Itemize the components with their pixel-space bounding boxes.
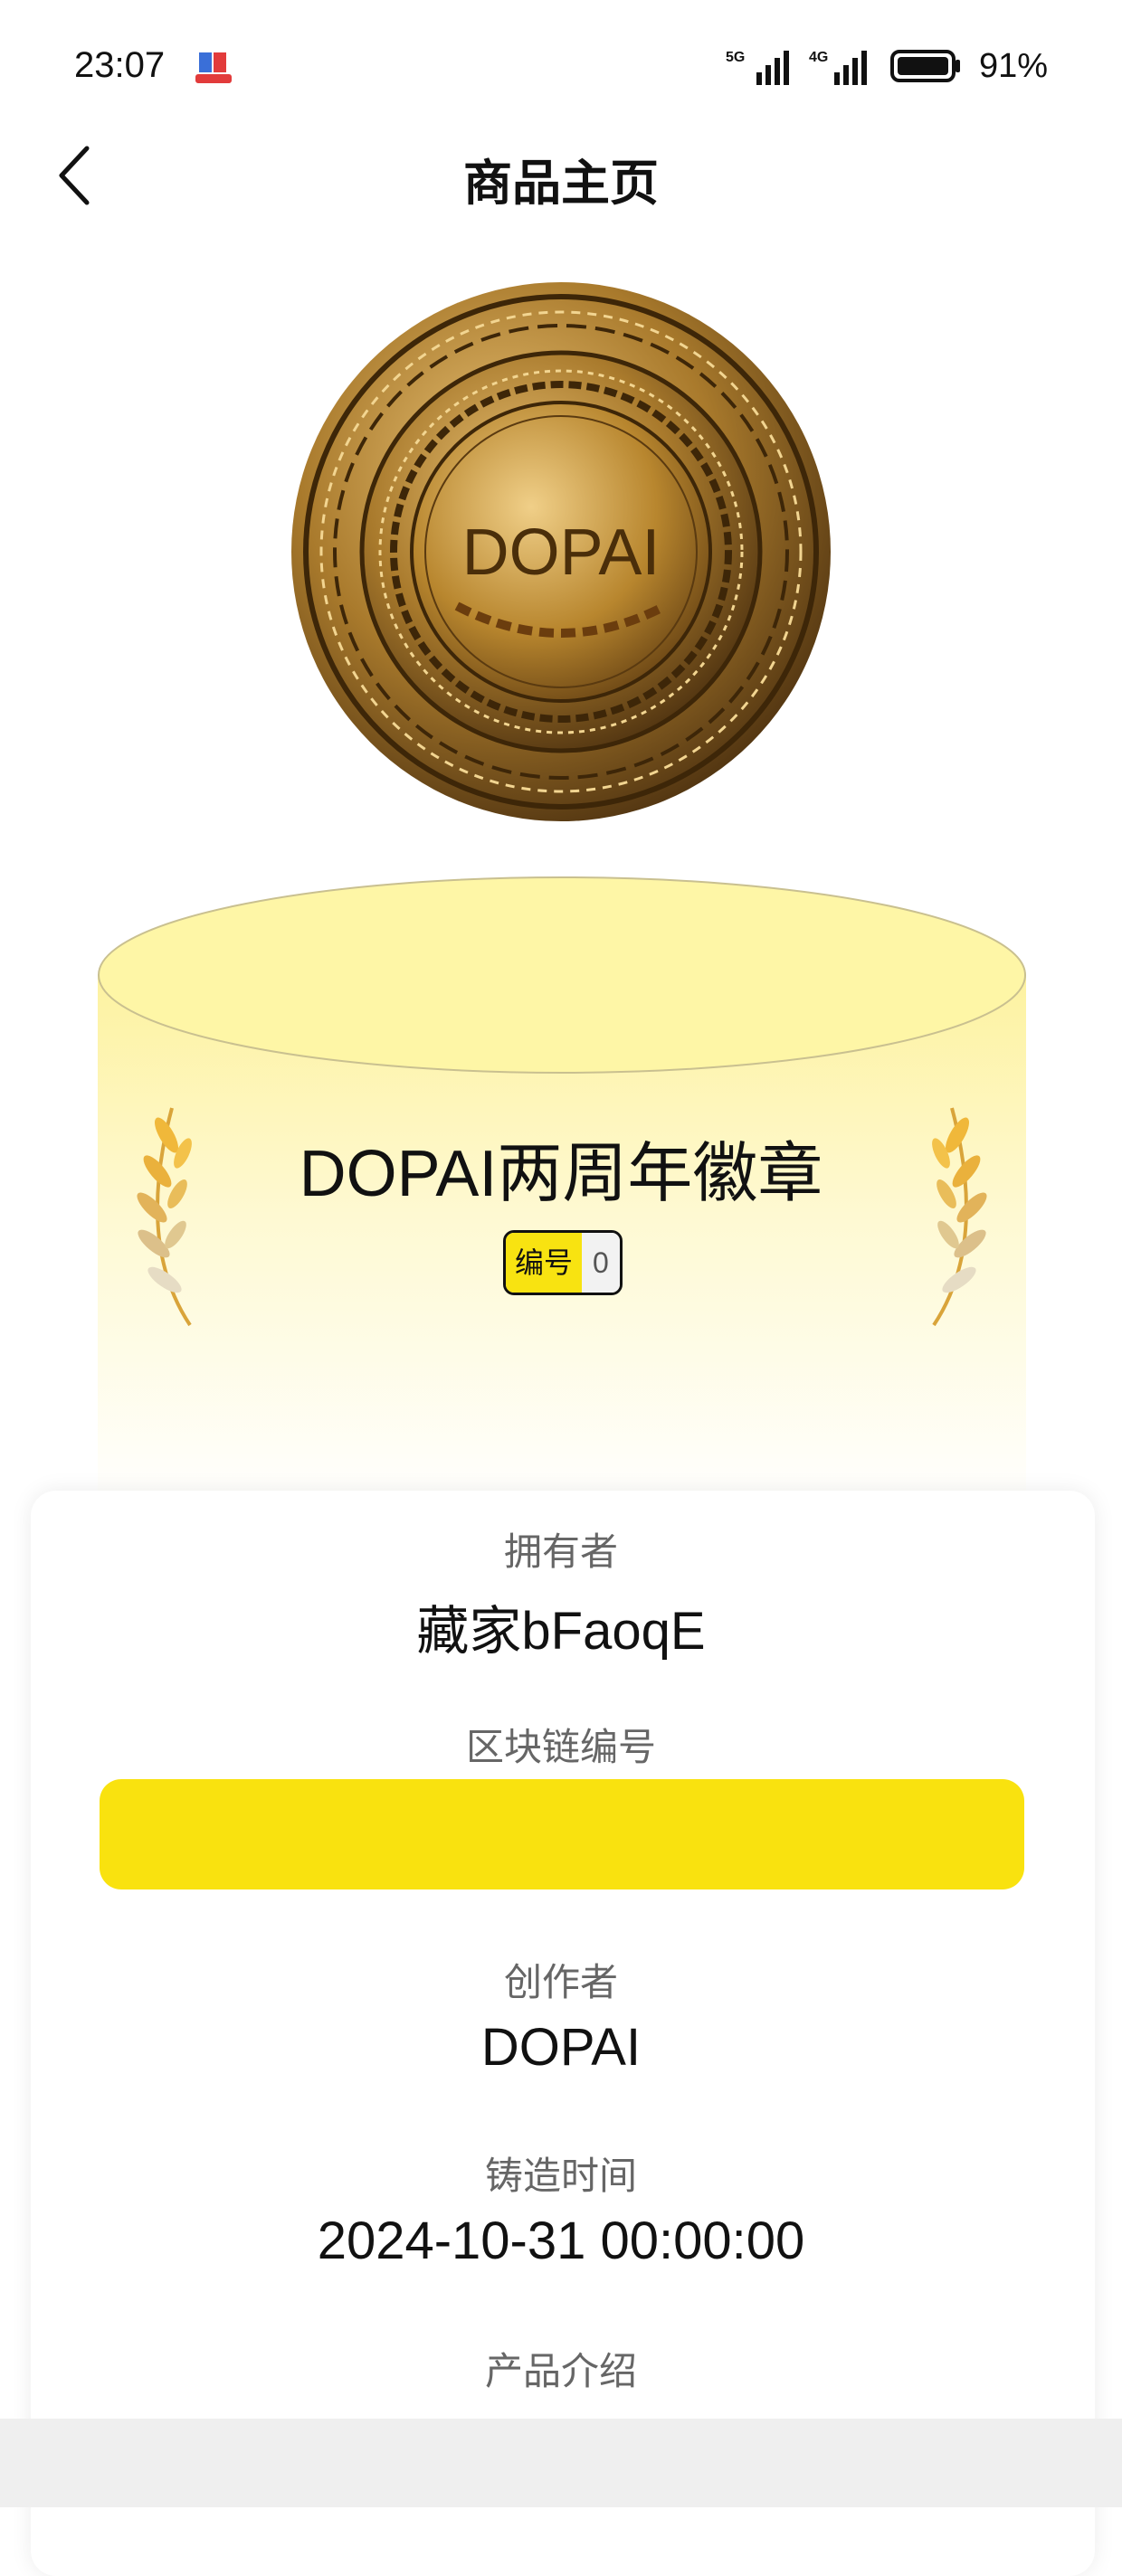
owner-label: 拥有者 (503, 1530, 618, 1573)
serial-value: 0 (582, 1233, 620, 1293)
serial-label: 编号 (506, 1233, 583, 1293)
chain-id-bar[interactable] (100, 1779, 1024, 1889)
app-notification-icon (195, 52, 232, 83)
battery-percent: 91% (978, 46, 1048, 85)
creator-value: DOPAI (480, 2018, 642, 2077)
intro-label: 产品介绍 (484, 2350, 637, 2392)
page-title: 商品主页 (463, 156, 659, 211)
signal-4g-label: 4G (809, 50, 828, 65)
signal-4g-icon: 4G (809, 50, 867, 85)
signal-5g-icon: 5G (726, 50, 789, 85)
coin-text: DOPAI (462, 516, 661, 589)
nav-bar: 商品主页 (0, 127, 1122, 226)
creator-label: 创作者 (503, 1961, 618, 2003)
mint-time-label: 铸造时间 (484, 2155, 637, 2197)
battery-icon (889, 50, 960, 82)
chain-id-label: 区块链编号 (465, 1726, 656, 1768)
status-time: 23:07 (74, 45, 166, 85)
item-name: DOPAI两周年徽章 (299, 1138, 823, 1210)
mint-time-value: 2024-10-31 00:00:00 (317, 2211, 805, 2270)
status-bar: 23:07 5G 4G 91% (0, 0, 1122, 136)
coin-image: DOPAI (291, 282, 831, 821)
bottom-bar (0, 2419, 1122, 2507)
signal-5g-label: 5G (726, 50, 745, 65)
serial-badge: 编号 0 (503, 1230, 623, 1295)
owner-value: 藏家bFaoqE (416, 1602, 706, 1661)
